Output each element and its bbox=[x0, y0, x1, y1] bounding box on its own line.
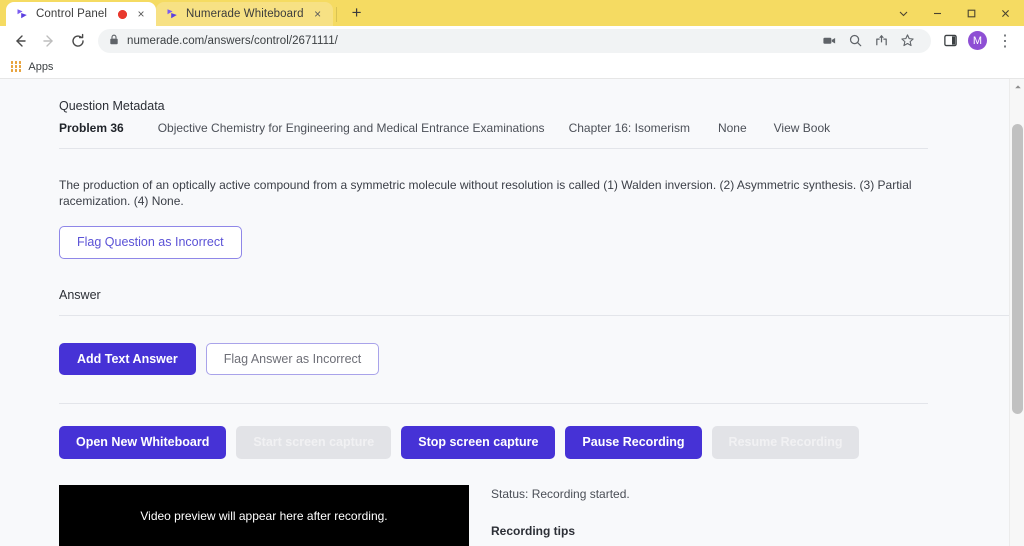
new-tab-button[interactable]: + bbox=[344, 1, 370, 25]
page-scrollbar[interactable] bbox=[1009, 79, 1024, 546]
resume-recording-button: Resume Recording bbox=[711, 426, 860, 460]
recording-controls: Open New Whiteboard Start screen capture… bbox=[59, 426, 1001, 460]
tab-divider bbox=[335, 7, 337, 22]
recording-tips-column: Status: Recording started. Recording tip… bbox=[491, 485, 1001, 546]
toolbar-right-actions: M ⋮ bbox=[937, 28, 1018, 54]
browser-menu-icon[interactable]: ⋮ bbox=[992, 28, 1018, 54]
recording-status-text: Status: Recording started. bbox=[491, 487, 630, 502]
reload-button[interactable] bbox=[64, 28, 92, 54]
omnibox-actions bbox=[816, 28, 920, 54]
apps-grid-icon[interactable] bbox=[11, 61, 22, 72]
lock-icon bbox=[109, 32, 119, 50]
video-preview-placeholder-text: Video preview will appear here after rec… bbox=[140, 509, 388, 524]
stop-screen-capture-button[interactable]: Stop screen capture bbox=[401, 426, 556, 460]
numerade-logo-icon bbox=[16, 8, 29, 21]
tab-close-icon[interactable]: × bbox=[134, 7, 148, 21]
tab-title: Control Panel bbox=[36, 8, 107, 20]
question-text: The production of an optically active co… bbox=[59, 178, 912, 209]
view-book-link[interactable]: View Book bbox=[774, 121, 830, 135]
numerade-logo-icon bbox=[166, 8, 179, 21]
address-bar[interactable]: numerade.com/answers/control/2671111/ bbox=[98, 28, 931, 54]
side-panel-icon[interactable] bbox=[937, 28, 963, 54]
browser-tab-strip: Control Panel × Numerade Whiteboard × + bbox=[0, 0, 1024, 26]
maximize-icon[interactable] bbox=[954, 0, 988, 26]
answer-section-title: Answer bbox=[59, 288, 1012, 317]
start-screen-capture-button: Start screen capture bbox=[236, 426, 392, 460]
flag-question-as-incorrect-button[interactable]: Flag Question as Incorrect bbox=[59, 226, 242, 260]
bookmark-star-icon[interactable] bbox=[894, 28, 920, 54]
window-controls bbox=[886, 0, 1022, 26]
section-divider bbox=[59, 403, 928, 405]
browser-tab-numerade-whiteboard[interactable]: Numerade Whiteboard × bbox=[156, 2, 333, 26]
browser-tab-control-panel[interactable]: Control Panel × bbox=[6, 2, 156, 26]
video-camera-icon[interactable] bbox=[816, 28, 842, 54]
metadata-problem-number: Problem 36 bbox=[59, 121, 124, 135]
avatar[interactable]: M bbox=[968, 31, 987, 50]
page-content: Question Metadata Problem 36 Objective C… bbox=[59, 79, 1012, 546]
close-window-icon[interactable] bbox=[988, 0, 1022, 26]
pause-recording-button[interactable]: Pause Recording bbox=[565, 426, 702, 460]
tab-close-icon[interactable]: × bbox=[311, 7, 325, 21]
chevron-down-icon[interactable] bbox=[886, 0, 920, 26]
scroll-up-arrow-icon[interactable] bbox=[1010, 79, 1024, 94]
tab-recording-indicator-icon bbox=[118, 9, 127, 19]
answer-action-buttons: Add Text Answer Flag Answer as Incorrect bbox=[59, 343, 1001, 376]
browser-toolbar: numerade.com/answers/control/2671111/ M … bbox=[0, 26, 1024, 55]
share-icon[interactable] bbox=[868, 28, 894, 54]
recording-tips-heading: Recording tips bbox=[491, 524, 576, 539]
flag-answer-as-incorrect-button[interactable]: Flag Answer as Incorrect bbox=[205, 343, 380, 376]
bookmarks-bar: Apps bbox=[0, 55, 1024, 79]
metadata-extra: None bbox=[717, 121, 747, 135]
address-bar-url: numerade.com/answers/control/2671111/ bbox=[127, 34, 338, 47]
recording-preview-area: Video preview will appear here after rec… bbox=[59, 485, 1001, 546]
question-metadata-title: Question Metadata bbox=[59, 99, 165, 113]
forward-button[interactable] bbox=[35, 28, 63, 54]
open-new-whiteboard-button[interactable]: Open New Whiteboard bbox=[59, 426, 227, 460]
page-viewport: Question Metadata Problem 36 Objective C… bbox=[0, 79, 1024, 546]
search-icon[interactable] bbox=[842, 28, 868, 54]
metadata-book-title: Objective Chemistry for Engineering and … bbox=[157, 121, 545, 135]
tab-title: Numerade Whiteboard bbox=[186, 8, 304, 20]
minimize-icon[interactable] bbox=[920, 0, 954, 26]
video-preview-box: Video preview will appear here after rec… bbox=[59, 485, 469, 546]
bookmark-item-apps[interactable]: Apps bbox=[28, 61, 53, 73]
scrollbar-thumb[interactable] bbox=[1012, 124, 1023, 414]
question-metadata-row: Problem 36 Objective Chemistry for Engin… bbox=[59, 121, 928, 149]
back-button[interactable] bbox=[6, 28, 34, 54]
metadata-chapter: Chapter 16: Isomerism bbox=[568, 121, 690, 135]
add-text-answer-button[interactable]: Add Text Answer bbox=[59, 343, 196, 376]
